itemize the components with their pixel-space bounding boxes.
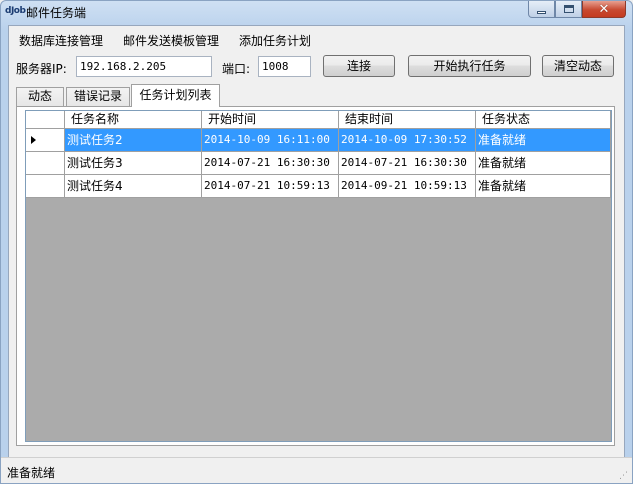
cell-task-name[interactable]: 测试任务4 [65, 175, 202, 198]
header-end-time[interactable]: 结束时间 [339, 111, 476, 129]
grid-header: 任务名称 开始时间 结束时间 任务状态 [26, 111, 611, 129]
current-row-icon [31, 136, 36, 144]
clear-activity-button[interactable]: 清空动态 [542, 55, 614, 77]
resize-grip-icon[interactable]: ⋰ [619, 471, 629, 481]
header-task-status[interactable]: 任务状态 [476, 111, 611, 129]
task-plan-panel: 任务名称 开始时间 结束时间 任务状态 测试任务2 2014-10-09 16:… [16, 106, 615, 446]
port-input[interactable] [258, 56, 311, 77]
cell-start-time[interactable]: 2014-07-21 10:59:13 [202, 175, 339, 198]
close-icon: ✕ [598, 1, 610, 17]
app-icon: dJob [5, 6, 26, 16]
table-row[interactable]: 测试任务4 2014-07-21 10:59:13 2014-09-21 10:… [26, 175, 611, 198]
menu-mail-template[interactable]: 邮件发送模板管理 [123, 32, 219, 49]
menu-db-connection[interactable]: 数据库连接管理 [19, 32, 103, 49]
tab-task-plan-list[interactable]: 任务计划列表 [131, 84, 220, 107]
minimize-button[interactable] [528, 1, 555, 18]
tab-error-log[interactable]: 错误记录 [66, 87, 130, 106]
table-row[interactable]: 测试任务3 2014-07-21 16:30:30 2014-07-21 16:… [26, 152, 611, 175]
minimize-icon [537, 10, 546, 14]
menu-add-task-plan[interactable]: 添加任务计划 [239, 32, 311, 49]
cell-task-status[interactable]: 准备就绪 [476, 175, 611, 198]
task-plan-grid[interactable]: 任务名称 开始时间 结束时间 任务状态 测试任务2 2014-10-09 16:… [25, 110, 612, 442]
header-start-time[interactable]: 开始时间 [202, 111, 339, 129]
close-button[interactable]: ✕ [582, 1, 626, 18]
port-label: 端口: [222, 62, 251, 76]
header-row-selector [26, 111, 65, 129]
server-ip-input[interactable] [76, 56, 212, 77]
status-text: 准备就绪 [7, 466, 56, 480]
connect-button[interactable]: 连接 [323, 55, 395, 77]
status-bar: 准备就绪 ⋰ [1, 457, 632, 483]
row-selector[interactable] [26, 152, 65, 175]
cell-start-time[interactable]: 2014-10-09 16:11:00 [202, 129, 339, 152]
title-bar[interactable]: dJob 邮件任务端 ✕ [1, 1, 632, 23]
table-row[interactable]: 测试任务2 2014-10-09 16:11:00 2014-10-09 17:… [26, 129, 611, 152]
tab-activity[interactable]: 动态 [16, 87, 64, 106]
cell-end-time[interactable]: 2014-07-21 16:30:30 [339, 152, 476, 175]
cell-end-time[interactable]: 2014-09-21 10:59:13 [339, 175, 476, 198]
start-tasks-button[interactable]: 开始执行任务 [408, 55, 531, 77]
row-selector[interactable] [26, 129, 65, 152]
client-area: 数据库连接管理 邮件发送模板管理 添加任务计划 服务器IP: 端口: 连接 开始… [8, 25, 625, 479]
maximize-button[interactable] [555, 1, 582, 18]
cell-start-time[interactable]: 2014-07-21 16:30:30 [202, 152, 339, 175]
cell-end-time[interactable]: 2014-10-09 17:30:52 [339, 129, 476, 152]
maximize-icon [563, 5, 574, 13]
menu-bar: 数据库连接管理 邮件发送模板管理 添加任务计划 [9, 29, 624, 51]
cell-task-name[interactable]: 测试任务3 [65, 152, 202, 175]
main-window: dJob 邮件任务端 ✕ 数据库连接管理 邮件发送模板管理 添加任务计划 服务器… [0, 0, 633, 484]
cell-task-status[interactable]: 准备就绪 [476, 129, 611, 152]
header-task-name[interactable]: 任务名称 [65, 111, 202, 129]
cell-task-name[interactable]: 测试任务2 [65, 129, 202, 152]
cell-task-status[interactable]: 准备就绪 [476, 152, 611, 175]
row-selector[interactable] [26, 175, 65, 198]
server-ip-label: 服务器IP: [16, 62, 67, 76]
window-title: 邮件任务端 [26, 6, 87, 20]
